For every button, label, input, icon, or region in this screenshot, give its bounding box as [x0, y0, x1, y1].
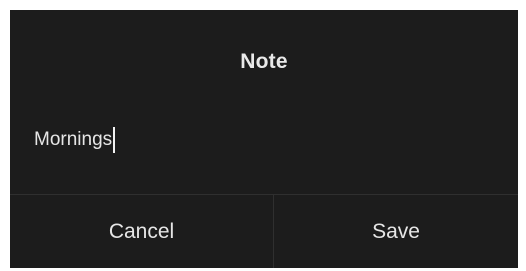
text-caret [113, 127, 116, 153]
note-input-value: Mornings [34, 129, 113, 150]
cancel-button[interactable]: Cancel [10, 195, 273, 268]
save-button[interactable]: Save [274, 195, 518, 268]
note-input[interactable]: Mornings [34, 123, 494, 157]
dialog-title: Note [240, 50, 288, 73]
note-dialog: Note Mornings Cancel Save [10, 10, 518, 268]
